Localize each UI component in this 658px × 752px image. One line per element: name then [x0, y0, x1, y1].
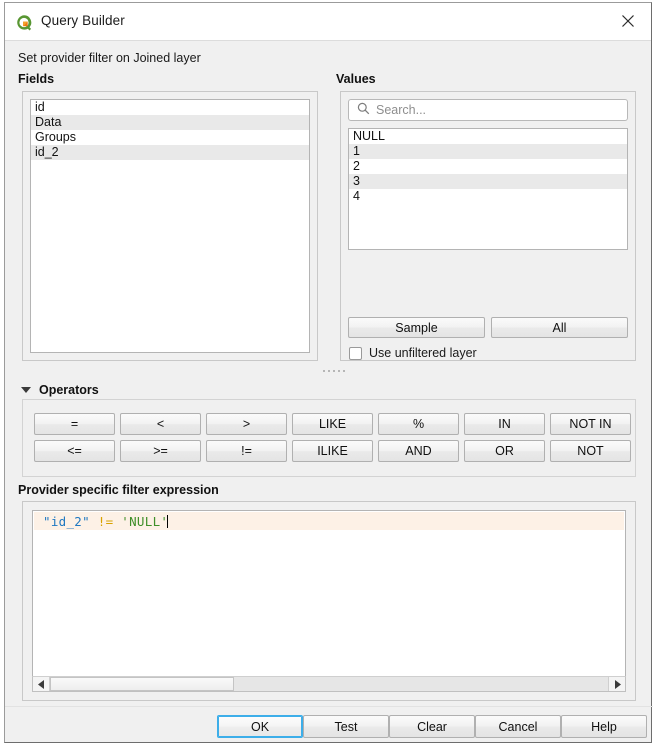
expression-label: Provider specific filter expression — [18, 483, 219, 497]
operators-label: Operators — [39, 383, 99, 397]
operator-button-percent[interactable]: % — [378, 413, 459, 435]
checkbox-box[interactable] — [349, 346, 362, 360]
close-icon[interactable] — [605, 3, 651, 39]
list-item[interactable]: NULL — [349, 129, 627, 144]
fields-label: Fields — [18, 72, 55, 86]
operator-button-like[interactable]: LIKE — [292, 413, 373, 435]
provider-filter-subtitle: Set provider filter on Joined layer — [18, 51, 201, 65]
list-item[interactable]: Groups — [31, 130, 309, 145]
sample-button[interactable]: Sample — [348, 317, 485, 338]
fields-list[interactable]: id Data Groups id_2 — [30, 99, 310, 353]
text-caret — [167, 515, 169, 528]
scroll-left-arrow-icon[interactable] — [33, 677, 50, 691]
expression-text: "id_2" != 'NULL' — [43, 514, 169, 529]
splitter-handle[interactable] — [323, 370, 345, 372]
operator-button-gt[interactable]: > — [206, 413, 287, 435]
operator-button-ne[interactable]: != — [206, 440, 287, 462]
operators-group — [22, 399, 636, 477]
list-item[interactable]: id_2 — [31, 145, 309, 160]
editor-horizontal-scrollbar[interactable] — [32, 676, 626, 692]
values-label: Values — [336, 72, 376, 86]
clear-button[interactable]: Clear — [389, 715, 475, 738]
search-input[interactable]: Search... — [348, 99, 628, 121]
all-button[interactable]: All — [491, 317, 628, 338]
title-bar: Query Builder — [5, 3, 651, 40]
test-button[interactable]: Test — [303, 715, 389, 738]
ok-button[interactable]: OK — [217, 715, 303, 738]
operator-button-ge[interactable]: >= — [120, 440, 201, 462]
values-list[interactable]: NULL 1 2 3 4 — [348, 128, 628, 250]
operator-button-le[interactable]: <= — [34, 440, 115, 462]
operator-button-eq[interactable]: = — [34, 413, 115, 435]
scroll-right-arrow-icon[interactable] — [608, 677, 625, 691]
token-operator: != — [97, 514, 114, 529]
window-title: Query Builder — [41, 13, 125, 28]
operator-button-ilike[interactable]: ILIKE — [292, 440, 373, 462]
cancel-button[interactable]: Cancel — [475, 715, 561, 738]
use-unfiltered-layer-label: Use unfiltered layer — [369, 346, 477, 360]
token-string: 'NULL' — [121, 514, 169, 529]
use-unfiltered-layer-checkbox[interactable]: Use unfiltered layer — [349, 346, 477, 360]
list-item[interactable]: 4 — [349, 189, 627, 204]
operator-button-or[interactable]: OR — [464, 440, 545, 462]
list-item[interactable]: 3 — [349, 174, 627, 189]
search-icon — [357, 102, 370, 118]
operator-button-not[interactable]: NOT — [550, 440, 631, 462]
list-item[interactable]: Data — [31, 115, 309, 130]
dialog-content: Set provider filter on Joined layer Fiel… — [5, 41, 653, 742]
button-bar-separator — [5, 706, 653, 707]
operator-button-lt[interactable]: < — [120, 413, 201, 435]
operator-button-in[interactable]: IN — [464, 413, 545, 435]
help-button[interactable]: Help — [561, 715, 647, 738]
operator-button-not-in[interactable]: NOT IN — [550, 413, 631, 435]
operators-disclosure[interactable]: Operators — [21, 383, 99, 397]
operator-button-and[interactable]: AND — [378, 440, 459, 462]
list-item[interactable]: id — [31, 100, 309, 115]
search-placeholder: Search... — [376, 103, 427, 117]
scrollbar-thumb[interactable] — [50, 677, 235, 691]
list-item[interactable]: 2 — [349, 159, 627, 174]
scrollbar-track[interactable] — [50, 677, 608, 691]
chevron-down-icon — [21, 387, 31, 393]
query-builder-dialog: Query Builder Set provider filter on Joi… — [4, 2, 653, 743]
expression-editor[interactable]: "id_2" != 'NULL' — [32, 510, 626, 692]
list-item[interactable]: 1 — [349, 144, 627, 159]
token-field: "id_2" — [43, 514, 90, 529]
qgis-logo-icon — [15, 14, 33, 32]
